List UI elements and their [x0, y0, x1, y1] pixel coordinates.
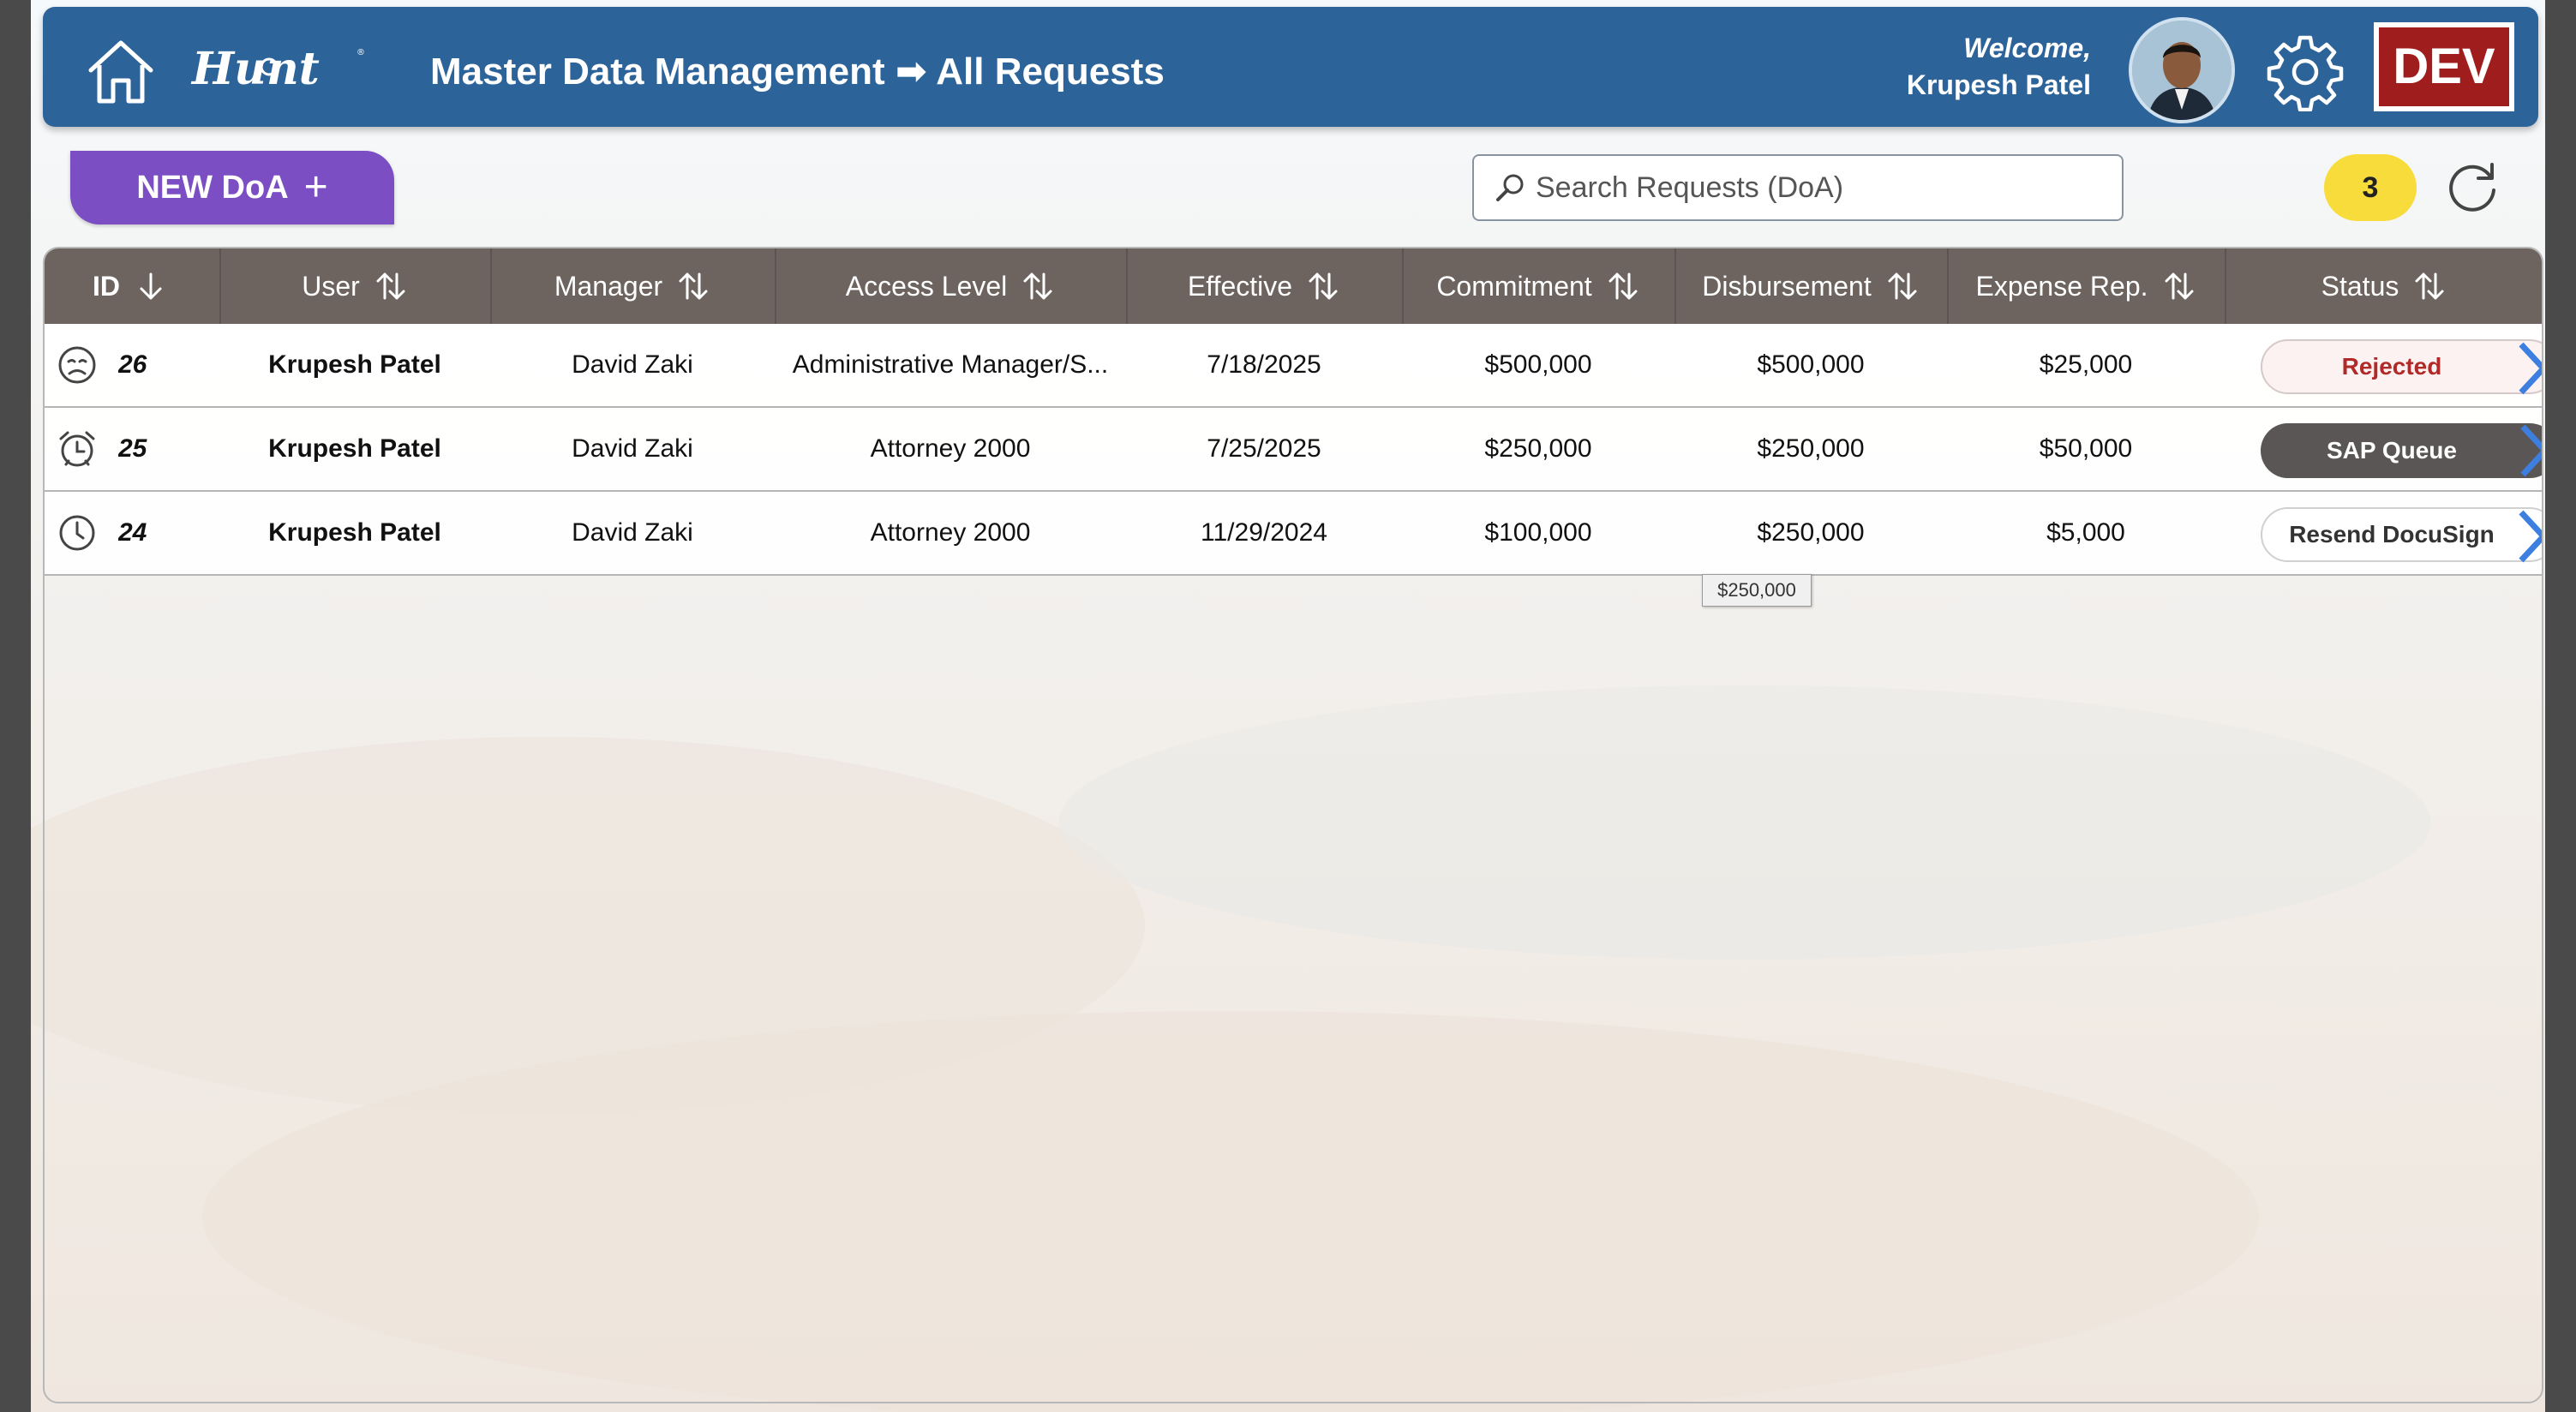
row-disbursement: $250,000 [1757, 434, 1865, 463]
clock-icon [59, 515, 95, 551]
row-expense: $25,000 [2039, 350, 2133, 379]
chevron-right-icon [2519, 342, 2542, 395]
row-access-level: Attorney 2000 [870, 518, 1031, 547]
column-header-access-level[interactable]: Access Level [776, 248, 1124, 324]
row-commitment: $100,000 [1484, 518, 1592, 547]
column-label: Expense Rep. [1975, 270, 2148, 302]
user-name: Krupesh Patel [1906, 69, 2091, 100]
welcome-text: Welcome, Krupesh Patel [1907, 33, 2091, 101]
sort-both-icon [1609, 272, 1638, 300]
row-manager: David Zaki [572, 434, 693, 463]
column-header-expense-rep[interactable]: Expense Rep. [1949, 248, 2223, 324]
row-manager: David Zaki [572, 518, 693, 547]
sad-face-icon [58, 346, 96, 384]
row-access-level: Administrative Manager/S... [792, 350, 1109, 379]
row-commitment: $250,000 [1484, 434, 1592, 463]
avatar-photo [2132, 21, 2232, 120]
table-row[interactable]: 24 Krupesh Patel David Zaki Attorney 200… [45, 492, 2542, 576]
column-header-user[interactable]: User [221, 248, 488, 324]
company-logo: Hunt ® [190, 43, 365, 95]
welcome-label: Welcome, [1963, 33, 2091, 63]
row-id: 25 [118, 434, 147, 463]
row-effective: 7/25/2025 [1207, 434, 1321, 463]
row-user: Krupesh Patel [268, 434, 441, 463]
row-id: 26 [118, 350, 147, 379]
row-access-level: Attorney 2000 [870, 434, 1031, 463]
row-disbursement: $500,000 [1757, 350, 1865, 379]
row-commitment: $500,000 [1484, 350, 1592, 379]
row-user: Krupesh Patel [268, 350, 441, 379]
page-title: Master Data Management ➡ All Requests [430, 51, 1165, 93]
search-input[interactable] [1534, 170, 2122, 206]
new-doa-button[interactable]: NEW DoA + [70, 151, 394, 224]
table-header: ID User Manager Access Level Effective C… [45, 248, 2542, 324]
sort-both-icon [1309, 272, 1338, 300]
status-button[interactable]: Resend DocuSign [2261, 507, 2542, 563]
row-disbursement: $250,000 [1757, 518, 1865, 547]
environment-label: DEV [2379, 27, 2509, 106]
status-label: Rejected [2341, 353, 2442, 380]
column-header-status[interactable]: Status [2226, 248, 2542, 324]
row-expense: $50,000 [2039, 434, 2133, 463]
svg-text:Hunt: Hunt [190, 43, 320, 95]
column-label: Status [2321, 270, 2399, 302]
header-bar: Hunt ® Master Data Management ➡ All Requ… [43, 7, 2538, 127]
row-expense: $5,000 [2046, 518, 2125, 547]
sort-both-icon [2165, 272, 2193, 300]
column-label: Effective [1187, 270, 1293, 302]
column-label: ID [93, 270, 120, 302]
sort-both-icon [679, 272, 708, 300]
row-manager: David Zaki [572, 350, 693, 379]
status-label: Resend DocuSign [2289, 521, 2495, 547]
search-icon [1496, 174, 1524, 201]
column-header-commitment[interactable]: Commitment [1404, 248, 1673, 324]
sort-down-icon [140, 272, 162, 300]
row-user: Krupesh Patel [268, 518, 441, 547]
column-label: User [302, 270, 360, 302]
row-effective: 7/18/2025 [1207, 350, 1321, 379]
column-header-manager[interactable]: Manager [492, 248, 773, 324]
column-label: Access Level [845, 270, 1008, 302]
new-doa-label: NEW DoA [136, 169, 289, 206]
sort-both-icon [376, 272, 405, 300]
column-label: Manager [554, 270, 663, 302]
column-header-disbursement[interactable]: Disbursement [1676, 248, 1945, 324]
chevron-right-icon [2520, 424, 2542, 477]
row-id: 24 [118, 518, 147, 547]
home-icon[interactable] [84, 34, 158, 108]
column-label: Disbursement [1702, 270, 1872, 302]
avatar[interactable] [2129, 17, 2235, 123]
search-box [1472, 154, 2124, 221]
refresh-icon[interactable] [2444, 159, 2501, 216]
environment-badge: DEV [2374, 22, 2514, 111]
gear-icon[interactable] [2266, 33, 2345, 111]
alarm-clock-icon [59, 431, 95, 467]
request-count-badge: 3 [2324, 154, 2417, 221]
table-row[interactable]: 26 Krupesh Patel David Zaki Administrati… [45, 324, 2542, 408]
sort-both-icon [1888, 272, 1917, 300]
sort-both-icon [2415, 272, 2444, 300]
status-button[interactable]: SAP Queue [2261, 423, 2542, 478]
status-label: SAP Queue [2327, 437, 2457, 464]
requests-table: ID User Manager Access Level Effective C… [43, 247, 2543, 1403]
status-button[interactable]: Rejected [2261, 339, 2542, 395]
tooltip: $250,000 [1702, 574, 1812, 607]
column-label: Commitment [1436, 270, 1592, 302]
table-row[interactable]: 25 Krupesh Patel David Zaki Attorney 200… [45, 408, 2542, 492]
column-header-effective[interactable]: Effective [1128, 248, 1400, 324]
row-effective: 11/29/2024 [1201, 518, 1327, 547]
svg-text:®: ® [356, 48, 365, 57]
column-header-id[interactable]: ID [45, 248, 219, 324]
sort-both-icon [1023, 272, 1052, 300]
plus-icon: + [303, 165, 328, 210]
chevron-right-icon [2519, 510, 2542, 563]
app-window: Hunt ® Master Data Management ➡ All Requ… [31, 0, 2545, 1412]
